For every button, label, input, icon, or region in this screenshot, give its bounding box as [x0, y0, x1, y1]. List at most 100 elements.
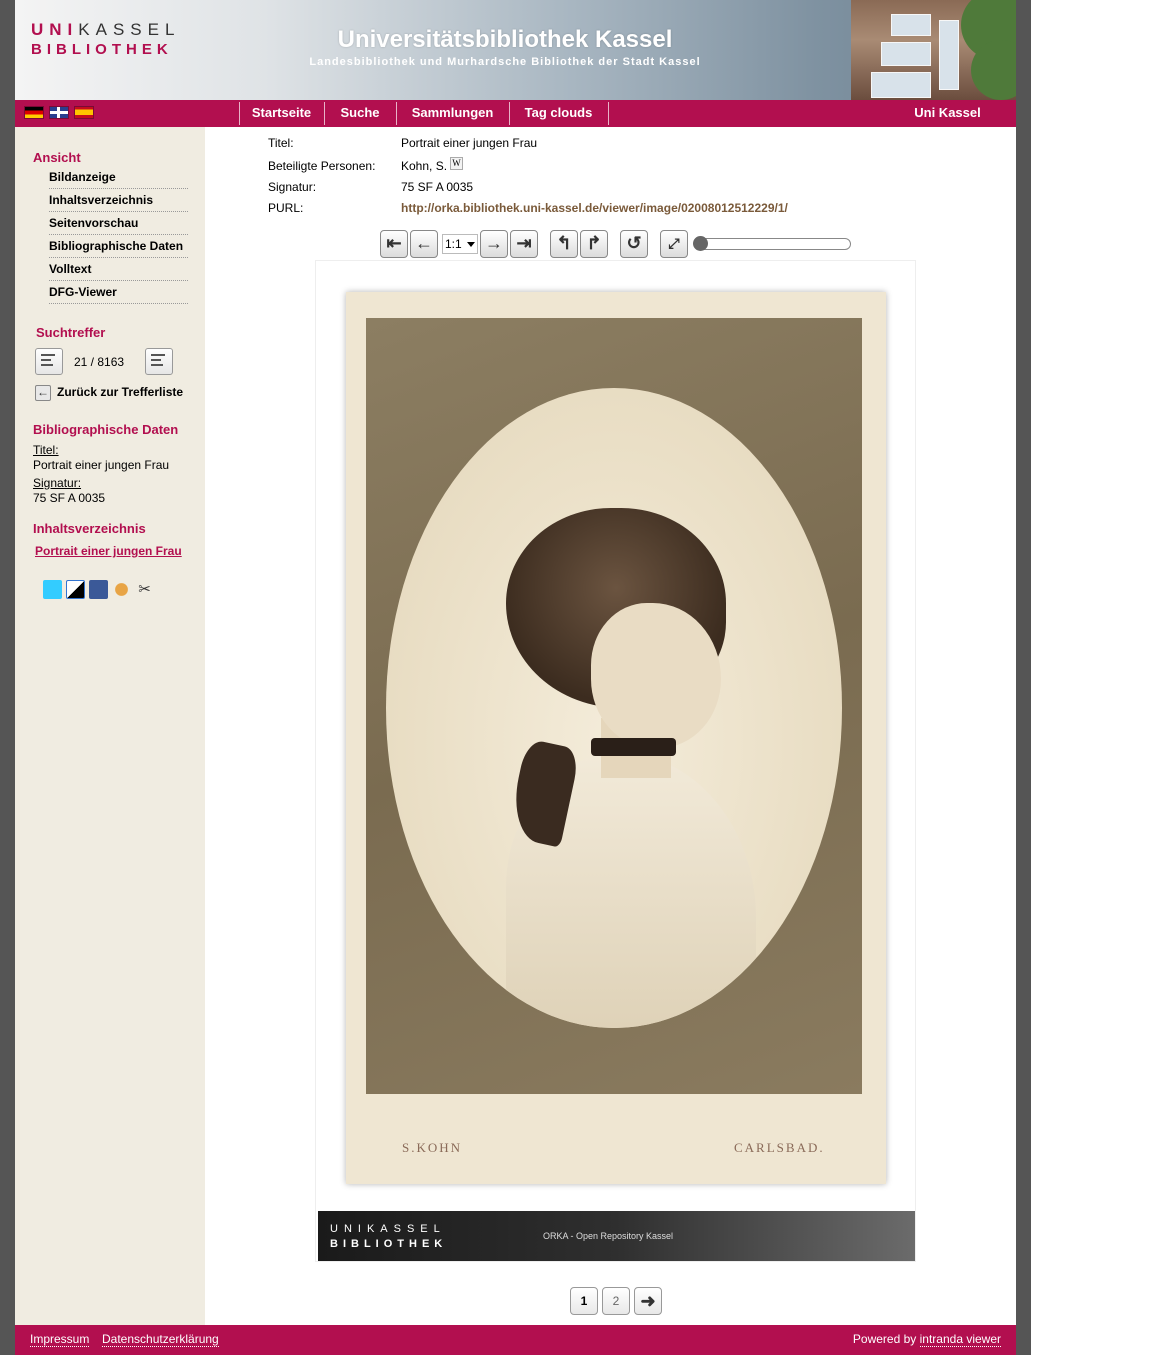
sidebar-item-bildanzeige[interactable]: Bildanzeige	[49, 166, 188, 189]
site-footer: Impressum Datenschutzerklärung Powered b…	[15, 1325, 1016, 1355]
sidebar: Ansicht Bildanzeige Inhaltsverzeichnis S…	[15, 127, 205, 1325]
fullscreen-icon: ⤢	[668, 235, 680, 251]
next-hit-icon	[151, 354, 165, 356]
twitter-icon[interactable]	[43, 580, 62, 599]
site-subtitle: Landesbibliothek und Murhardsche Bibliot…	[309, 56, 701, 68]
portrait-face	[591, 603, 721, 748]
back-arrow-icon[interactable]: ←	[35, 385, 51, 401]
sidebar-ansicht-heading: Ansicht	[33, 150, 81, 165]
flag-es-icon[interactable]	[74, 106, 94, 119]
next-page-button[interactable]: →	[480, 230, 508, 258]
meta-signatur-label: Signatur:	[268, 180, 317, 194]
previous-hit-icon	[41, 364, 53, 366]
bookmark-scissors-icon[interactable]: ✂	[135, 580, 154, 599]
previous-hit-button[interactable]	[35, 348, 63, 375]
page-border-right	[1016, 0, 1031, 1355]
toc-link-portrait[interactable]: Portrait einer jungen Frau	[35, 544, 182, 558]
back-to-results-link[interactable]: Zurück zur Trefferliste	[57, 385, 183, 399]
next-hit-icon	[151, 359, 161, 361]
flag-de-icon[interactable]	[24, 106, 44, 119]
tree	[971, 40, 1016, 100]
zoom-select[interactable]: 1:1	[442, 234, 478, 254]
logo-kassel: KASSEL	[78, 20, 181, 39]
uni-kassel-logo[interactable]: UNIKASSEL BIBLIOTHEK	[31, 20, 180, 58]
nav-suche[interactable]: Suche	[325, 100, 395, 127]
rotate-right-icon: ↱	[586, 233, 602, 253]
chevron-down-icon	[467, 242, 475, 247]
meta-purl-label: PURL:	[268, 201, 304, 215]
datenschutz-link[interactable]: Datenschutzerklärung	[102, 1332, 219, 1347]
delicious-icon[interactable]	[66, 580, 85, 599]
sidebar-toc-heading: Inhaltsverzeichnis	[33, 521, 146, 536]
image-viewer[interactable]: S.KOHN CARLSBAD. UNIKASSEL BIBLIOTHEK OR…	[315, 260, 916, 1262]
zoom-slider-handle[interactable]	[693, 236, 708, 251]
flag-en-icon[interactable]	[49, 106, 69, 119]
site-header: UNIKASSEL BIBLIOTHEK Universitätsbibliot…	[15, 0, 1016, 100]
orka-banner: UNIKASSEL BIBLIOTHEK ORKA - Open Reposit…	[318, 1211, 915, 1261]
arrow-left-icon: ←	[415, 233, 433, 253]
meta-purl-link[interactable]: http://orka.bibliothek.uni-kassel.de/vie…	[401, 201, 788, 215]
zoom-value: 1:1	[445, 237, 462, 251]
facebook-icon[interactable]	[89, 580, 108, 599]
first-page-button[interactable]: ⇤	[380, 230, 408, 258]
logo-line2: BIBLIOTHEK	[31, 41, 173, 58]
sidebar-item-volltext[interactable]: Volltext	[49, 258, 188, 281]
meta-personen-label: Beteiligte Personen:	[268, 159, 376, 173]
sidebar-signatur-label: Signatur:	[33, 476, 82, 490]
mister-wong-icon[interactable]	[112, 580, 131, 599]
sidebar-signatur-value: 75 SF A 0035	[33, 491, 106, 505]
last-page-button[interactable]: ⇥	[510, 230, 538, 258]
nav-sammlungen[interactable]: Sammlungen	[397, 100, 508, 127]
photo-frame	[366, 318, 862, 1094]
wikipedia-icon[interactable]: W	[450, 157, 464, 170]
photo-caption-left: S.KOHN	[402, 1140, 463, 1155]
sidebar-titel-value: Portrait einer jungen Frau	[33, 458, 170, 472]
sidebar-item-dfg-viewer[interactable]: DFG-Viewer	[49, 281, 188, 304]
meta-signatur-value: 75 SF A 0035	[401, 180, 474, 194]
building-photo	[851, 0, 1016, 100]
nav-separator	[608, 102, 609, 125]
sidebar-item-bibliographische-daten[interactable]: Bibliographische Daten	[49, 235, 188, 258]
nav-uni-kassel[interactable]: Uni Kassel	[895, 100, 1000, 127]
reset-button[interactable]: ↺	[620, 230, 648, 258]
next-hit-button[interactable]	[145, 348, 173, 375]
previous-hit-icon	[41, 359, 51, 361]
sidebar-item-inhaltsverzeichnis[interactable]: Inhaltsverzeichnis	[49, 189, 188, 212]
building-window	[881, 42, 931, 66]
rotate-left-icon: ↰	[556, 233, 572, 253]
fullscreen-button[interactable]: ⤢	[660, 230, 688, 258]
portrait-choker	[591, 738, 676, 756]
banner-line2: BIBLIOTHEK	[330, 1238, 448, 1250]
nav-startseite[interactable]: Startseite	[240, 100, 323, 127]
intranda-link[interactable]: intranda viewer	[919, 1332, 1001, 1347]
meta-personen-value[interactable]: Kohn, S.	[401, 159, 447, 173]
previous-hit-icon	[41, 354, 55, 356]
banner-text: ORKA - Open Repository Kassel	[543, 1231, 674, 1241]
next-page-pagination-button[interactable]: ➜	[634, 1287, 662, 1315]
building-window	[891, 14, 931, 36]
photo-card: S.KOHN CARLSBAD.	[346, 292, 886, 1184]
photo-caption-right: CARLSBAD.	[734, 1140, 825, 1155]
first-page-icon: ⇤	[386, 233, 402, 253]
arrow-right-icon: ➜	[640, 1291, 656, 1311]
sidebar-suchtreffer-heading: Suchtreffer	[36, 325, 106, 340]
banner-line1: UNIKASSEL	[330, 1223, 446, 1235]
rotate-right-button[interactable]: ↱	[580, 230, 608, 258]
rotate-left-button[interactable]: ↰	[550, 230, 578, 258]
arrow-right-icon: →	[485, 233, 503, 253]
reset-icon: ↺	[626, 233, 642, 253]
main-nav: Startseite Suche Sammlungen Tag clouds U…	[15, 100, 1016, 127]
portrait-oval	[386, 388, 842, 1028]
sidebar-item-seitenvorschau[interactable]: Seitenvorschau	[49, 212, 188, 235]
page-2-button[interactable]: 2	[602, 1287, 630, 1315]
impressum-link[interactable]: Impressum	[30, 1332, 90, 1347]
last-page-icon: ⇥	[516, 233, 532, 253]
sidebar-biblio-heading: Bibliographische Daten	[33, 422, 179, 437]
previous-page-button[interactable]: ←	[410, 230, 438, 258]
zoom-slider[interactable]	[699, 238, 851, 250]
logo-uni: UNI	[31, 20, 79, 39]
page-1-button[interactable]: 1	[570, 1287, 598, 1315]
nav-tag-clouds[interactable]: Tag clouds	[510, 100, 607, 127]
building-window	[939, 20, 959, 90]
next-hit-icon	[151, 364, 163, 366]
